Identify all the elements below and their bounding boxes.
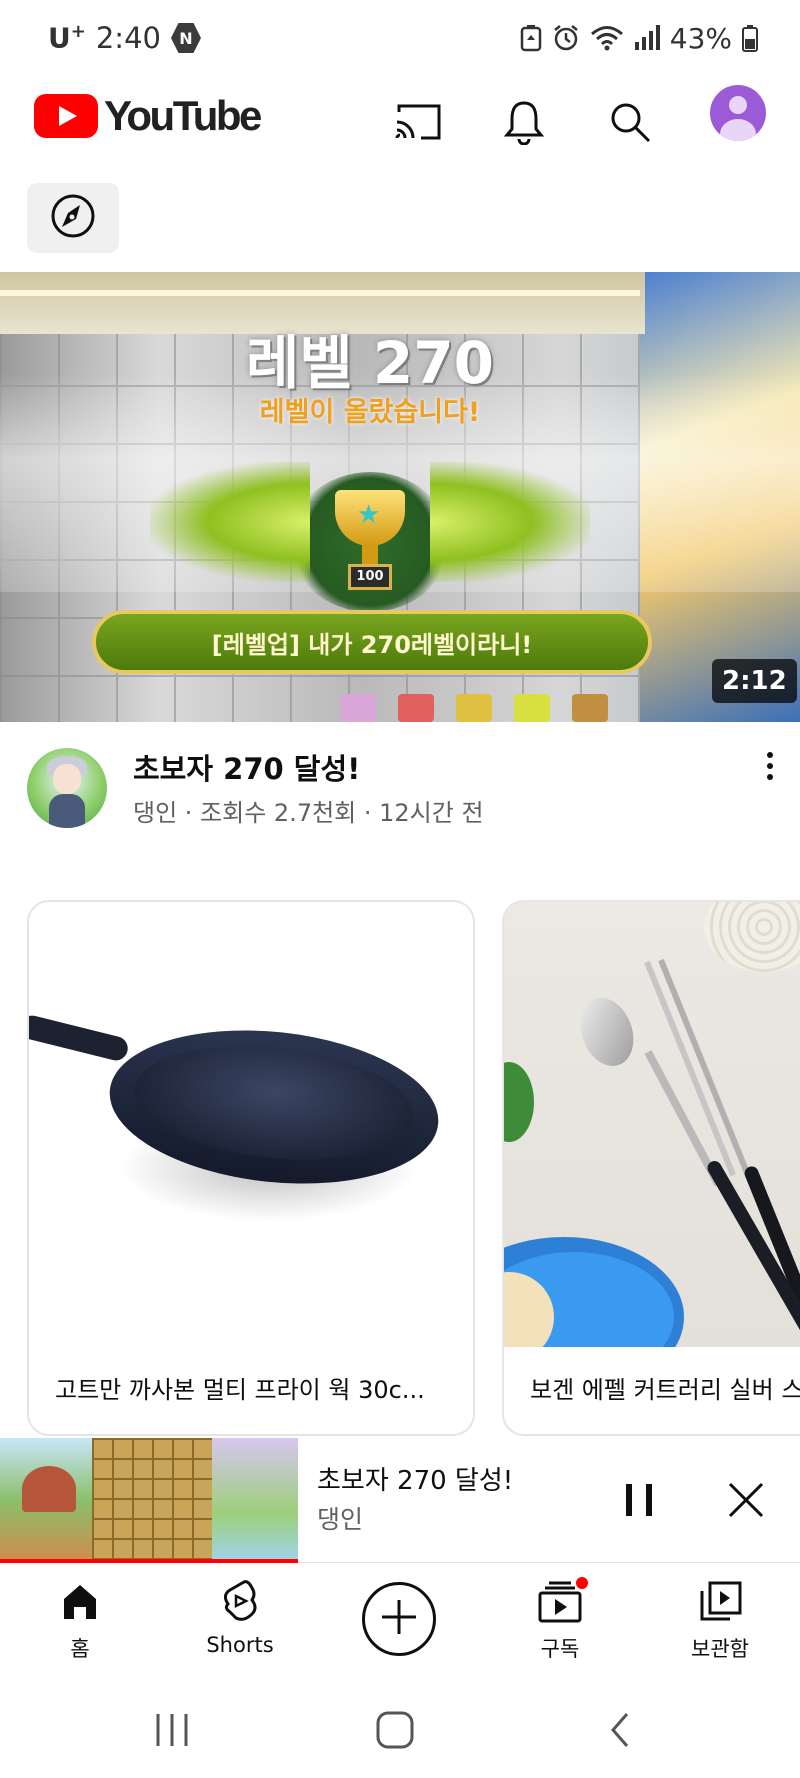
trophy-label: 100	[348, 564, 392, 590]
product-title: 보겐 에펠 커트러리 실버 스	[530, 1376, 800, 1404]
create-icon	[378, 1596, 420, 1642]
compass-icon	[50, 193, 96, 243]
system-navigation	[0, 1685, 800, 1778]
thumbnail-banner: [레벨업] 내가 270레벨이라니!	[92, 610, 652, 674]
youtube-logo[interactable]: YouTube	[34, 92, 262, 140]
bottom-navigation: 홈 Shorts 구독 보관함	[0, 1565, 800, 1685]
nav-library-label: 보관함	[691, 1637, 749, 1661]
thumbnail-heading: 레벨 270	[246, 329, 494, 397]
back-icon[interactable]	[590, 1705, 650, 1755]
alarm-icon	[552, 24, 580, 52]
carrier-label: U+	[48, 21, 86, 55]
subscriptions-icon	[536, 1575, 590, 1627]
close-icon[interactable]	[724, 1478, 768, 1522]
mini-player[interactable]: 초보자 270 달성! 댕인	[0, 1438, 800, 1563]
video-title[interactable]: 초보자 270 달성!	[133, 746, 360, 788]
home-button-icon[interactable]	[365, 1705, 425, 1755]
shorts-icon	[216, 1575, 264, 1627]
notification-dot	[574, 1575, 590, 1591]
explore-button[interactable]	[27, 183, 119, 253]
pause-button[interactable]	[620, 1478, 660, 1522]
signal-icon	[634, 24, 660, 52]
nav-shorts[interactable]: Shorts	[170, 1575, 310, 1675]
create-button[interactable]	[362, 1582, 436, 1656]
product-title: 고트만 까사본 멀티 프라이 웍 30c...	[55, 1376, 425, 1404]
channel-avatar[interactable]	[27, 748, 107, 828]
battery-percentage: 43%	[669, 21, 732, 55]
mini-player-thumbnail[interactable]	[0, 1438, 298, 1563]
search-icon[interactable]	[602, 94, 658, 150]
video-thumbnail[interactable]: 레벨 270 레벨이 올랐습니다! ★ 100 [레벨업] 내가 270레벨이라…	[0, 272, 800, 722]
status-left: U+ 2:40 N	[48, 18, 201, 58]
video-duration-badge: 2:12	[712, 659, 797, 703]
n-badge-icon: N	[170, 23, 201, 53]
youtube-wordmark: YouTube	[104, 92, 262, 139]
recents-icon[interactable]	[142, 1705, 202, 1755]
app-header: YouTube	[0, 72, 800, 172]
nav-subscriptions-label: 구독	[540, 1637, 580, 1661]
product-card[interactable]: 보겐 에펠 커트러리 실버 스	[502, 900, 800, 1436]
youtube-play-icon	[34, 94, 98, 138]
battery-icon	[742, 24, 758, 52]
mini-player-title[interactable]: 초보자 270 달성!	[317, 1460, 513, 1497]
nav-library[interactable]: 보관함	[650, 1575, 790, 1675]
nav-home[interactable]: 홈	[10, 1575, 150, 1675]
mini-player-channel: 댕인	[317, 1505, 364, 1534]
thumbnail-subheading: 레벨이 올랐습니다!	[259, 397, 481, 428]
status-bar: U+ 2:40 N 43%	[0, 0, 800, 72]
account-avatar[interactable]	[710, 85, 766, 141]
nav-shorts-label: Shorts	[206, 1633, 274, 1657]
wifi-icon	[590, 24, 624, 52]
product-card[interactable]: 고트만 까사본 멀티 프라이 웍 30c...	[27, 900, 475, 1436]
product-image	[29, 902, 473, 1347]
library-icon	[696, 1575, 744, 1627]
battery-saver-icon	[520, 24, 542, 52]
video-meta: 댕인 · 조회수 2.7천회 · 12시간 전	[133, 799, 484, 827]
mini-player-progress	[0, 1559, 298, 1563]
product-image	[504, 902, 800, 1347]
status-time: 2:40	[95, 21, 161, 55]
status-right: 43%	[520, 18, 758, 58]
more-options-icon[interactable]	[752, 748, 788, 784]
nav-home-label: 홈	[70, 1637, 90, 1661]
nav-subscriptions[interactable]: 구독	[490, 1575, 630, 1675]
cast-icon[interactable]	[390, 94, 446, 150]
home-icon	[56, 1575, 104, 1627]
notifications-icon[interactable]	[496, 94, 552, 150]
